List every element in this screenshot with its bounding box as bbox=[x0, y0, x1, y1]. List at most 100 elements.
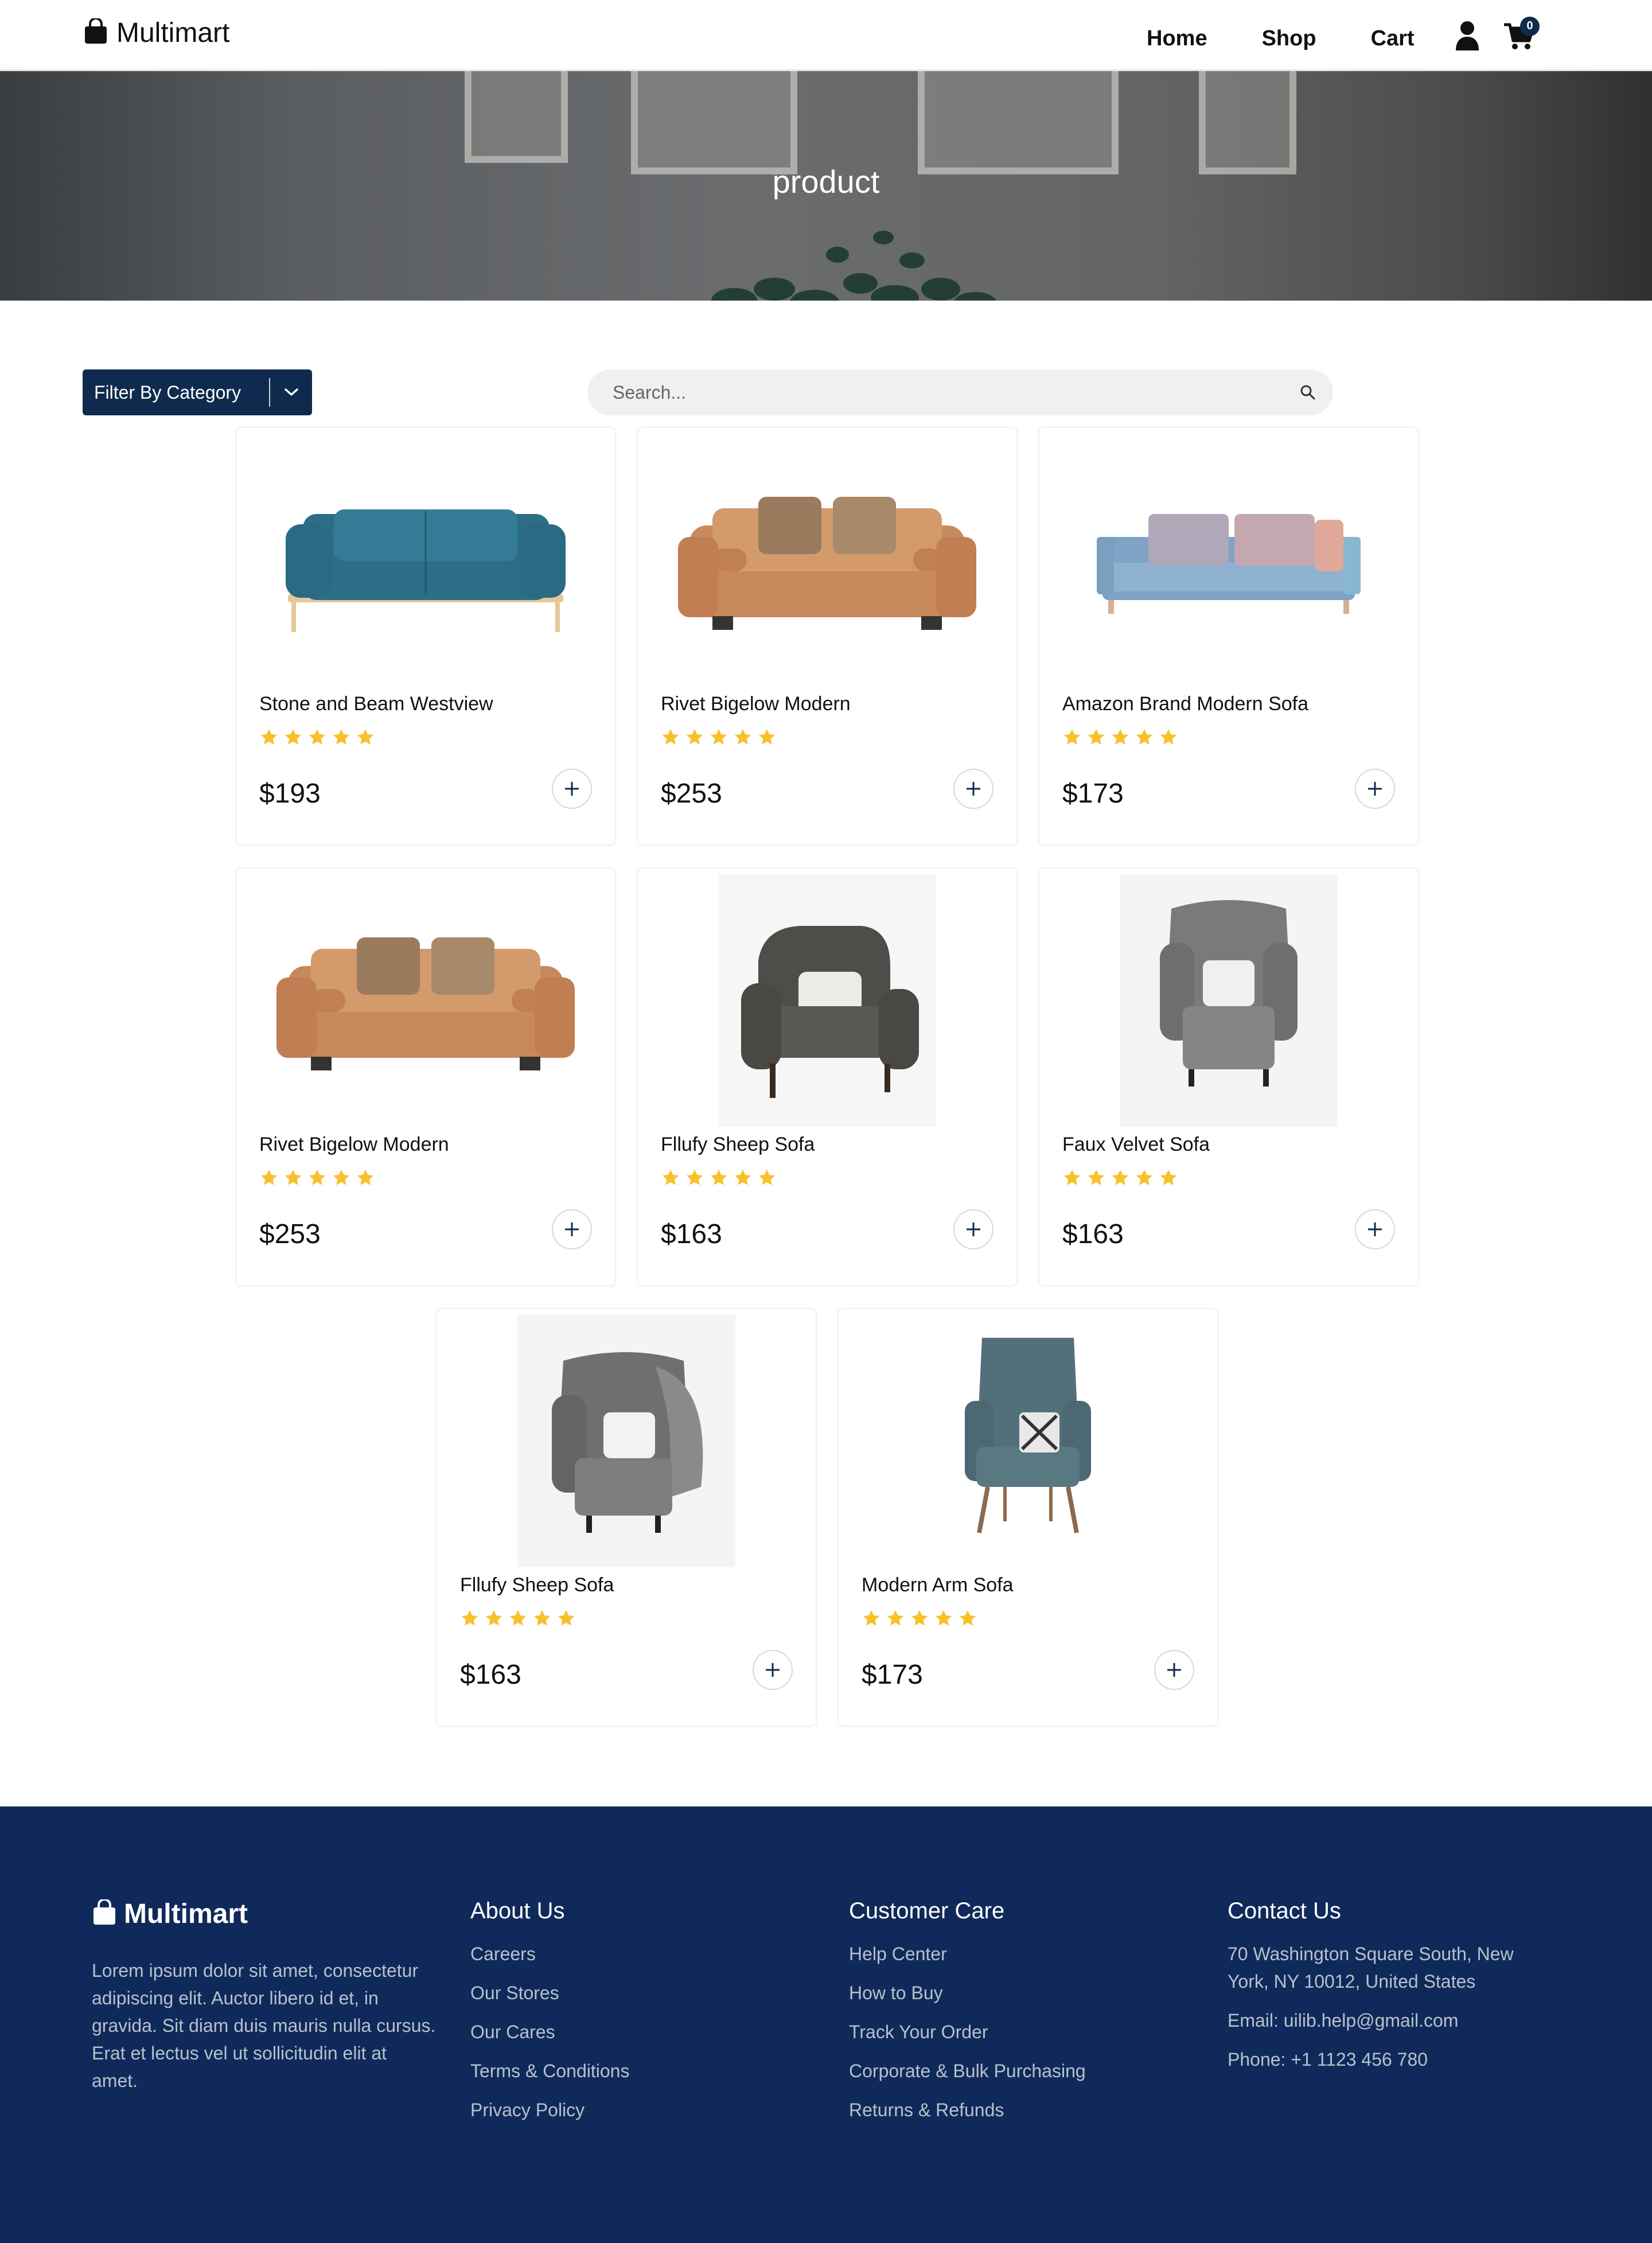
star-icon bbox=[1063, 729, 1081, 745]
star-icon bbox=[485, 1610, 502, 1626]
chevron-down-icon bbox=[270, 388, 312, 397]
star-icon bbox=[1088, 729, 1105, 745]
nav-home[interactable]: Home bbox=[1147, 26, 1207, 51]
product-name[interactable]: Fllufy Sheep Sofa bbox=[661, 1134, 815, 1156]
star-icon bbox=[309, 729, 326, 745]
cart-count-badge: 0 bbox=[1520, 16, 1540, 36]
product-rating bbox=[661, 1168, 777, 1187]
star-icon bbox=[509, 1610, 527, 1626]
star-icon bbox=[686, 1169, 703, 1185]
product-name[interactable]: Amazon Brand Modern Sofa bbox=[1062, 693, 1308, 715]
star-icon bbox=[1112, 1169, 1129, 1185]
star-icon bbox=[710, 729, 727, 745]
plus-icon bbox=[766, 1663, 780, 1677]
add-to-cart-button[interactable] bbox=[552, 1209, 592, 1249]
footer-link-how-to-buy[interactable]: How to Buy bbox=[849, 1979, 1086, 2007]
product-price: $163 bbox=[460, 1660, 521, 1690]
product-price: $173 bbox=[1062, 778, 1124, 809]
star-icon bbox=[285, 729, 302, 745]
product-image bbox=[236, 869, 615, 1132]
main-nav: Home Shop Cart bbox=[1147, 26, 1415, 51]
product-price: $193 bbox=[259, 778, 321, 809]
product-name[interactable]: Rivet Bigelow Modern bbox=[661, 693, 851, 715]
add-to-cart-button[interactable] bbox=[1355, 769, 1395, 809]
star-icon bbox=[260, 729, 278, 745]
footer-link-our-cares[interactable]: Our Cares bbox=[470, 2018, 629, 2046]
star-icon bbox=[333, 729, 350, 745]
product-name[interactable]: Rivet Bigelow Modern bbox=[259, 1134, 449, 1156]
footer-phone[interactable]: Phone: +1 1123 456 780 bbox=[1228, 2046, 1549, 2073]
product-name[interactable]: Faux Velvet Sofa bbox=[1062, 1134, 1210, 1156]
plus-icon bbox=[1167, 1663, 1181, 1677]
add-to-cart-button[interactable] bbox=[1355, 1209, 1395, 1249]
plus-icon bbox=[565, 1222, 579, 1236]
footer-link-returns[interactable]: Returns & Refunds bbox=[849, 2096, 1086, 2124]
product-name[interactable]: Modern Arm Sofa bbox=[862, 1574, 1014, 1596]
footer-contact-column: Contact Us 70 Washington Square South, N… bbox=[1228, 1898, 1549, 2085]
filter-by-category-select[interactable]: Filter By Category bbox=[83, 369, 312, 415]
hero-picture-frame bbox=[465, 71, 568, 163]
search-icon[interactable] bbox=[1300, 384, 1316, 403]
product-card[interactable]: Rivet Bigelow Modern $253 bbox=[235, 867, 616, 1286]
add-to-cart-button[interactable] bbox=[1154, 1650, 1194, 1690]
nav-shop[interactable]: Shop bbox=[1262, 26, 1316, 51]
footer-link-bulk-purchasing[interactable]: Corporate & Bulk Purchasing bbox=[849, 2057, 1086, 2085]
star-icon bbox=[285, 1169, 302, 1185]
product-rating bbox=[259, 727, 375, 747]
product-name[interactable]: Stone and Beam Westview bbox=[259, 693, 493, 715]
star-icon bbox=[1112, 729, 1129, 745]
star-icon bbox=[260, 1169, 278, 1185]
footer-care-title: Customer Care bbox=[849, 1898, 1005, 1923]
footer-link-terms[interactable]: Terms & Conditions bbox=[470, 2057, 629, 2085]
footer-contact-title: Contact Us bbox=[1228, 1898, 1341, 1923]
footer-care-column: Customer Care Help Center How to Buy Tra… bbox=[849, 1898, 1086, 2135]
product-name[interactable]: Fllufy Sheep Sofa bbox=[460, 1574, 614, 1596]
product-card[interactable]: Fllufy Sheep Sofa $163 bbox=[436, 1308, 817, 1727]
star-icon bbox=[1160, 729, 1177, 745]
product-rating bbox=[259, 1168, 375, 1187]
product-card[interactable]: Stone and Beam Westview $193 bbox=[235, 427, 616, 846]
cart-icon[interactable]: 0 bbox=[1503, 16, 1540, 53]
star-icon bbox=[357, 729, 374, 745]
hero-plant-image bbox=[711, 231, 996, 301]
product-image bbox=[839, 1309, 1217, 1573]
search-input[interactable] bbox=[613, 369, 1278, 415]
star-icon bbox=[1063, 1169, 1081, 1185]
product-card[interactable]: Amazon Brand Modern Sofa $173 bbox=[1038, 427, 1419, 846]
plus-icon bbox=[1368, 1222, 1382, 1236]
user-icon[interactable] bbox=[1455, 21, 1480, 53]
add-to-cart-button[interactable] bbox=[753, 1650, 793, 1690]
plus-icon bbox=[1368, 782, 1382, 796]
footer-link-privacy[interactable]: Privacy Policy bbox=[470, 2096, 629, 2124]
star-icon bbox=[1088, 1169, 1105, 1185]
product-card[interactable]: Rivet Bigelow Modern $253 bbox=[637, 427, 1018, 846]
product-card[interactable]: Modern Arm Sofa $173 bbox=[837, 1308, 1218, 1727]
product-card[interactable]: Fllufy Sheep Sofa $163 bbox=[637, 867, 1018, 1286]
footer-link-help-center[interactable]: Help Center bbox=[849, 1940, 1086, 1968]
product-price: $173 bbox=[862, 1660, 923, 1690]
navbar: Multimart Home Shop Cart 0 bbox=[0, 0, 1652, 71]
footer-link-track-order[interactable]: Track Your Order bbox=[849, 2018, 1086, 2046]
plus-icon bbox=[967, 782, 980, 796]
star-icon bbox=[710, 1169, 727, 1185]
product-rating bbox=[661, 727, 777, 747]
search-bar bbox=[587, 369, 1333, 415]
add-to-cart-button[interactable] bbox=[953, 769, 993, 809]
footer-brand[interactable]: Multimart bbox=[92, 1898, 248, 1930]
product-card[interactable]: Faux Velvet Sofa $163 bbox=[1038, 867, 1419, 1286]
star-icon bbox=[911, 1610, 928, 1626]
add-to-cart-button[interactable] bbox=[953, 1209, 993, 1249]
footer-email[interactable]: Email: uilib.help@gmail.com bbox=[1228, 2007, 1549, 2034]
footer-link-careers[interactable]: Careers bbox=[470, 1940, 629, 1968]
star-icon bbox=[734, 729, 751, 745]
star-icon bbox=[309, 1169, 326, 1185]
footer-address: 70 Washington Square South, New York, NY… bbox=[1228, 1944, 1514, 1992]
star-icon bbox=[357, 1169, 374, 1185]
nav-cart[interactable]: Cart bbox=[1371, 26, 1415, 51]
page-title: product bbox=[772, 163, 880, 200]
brand-logo[interactable]: Multimart bbox=[83, 17, 229, 49]
footer-link-our-stores[interactable]: Our Stores bbox=[470, 1979, 629, 2007]
star-icon bbox=[1160, 1169, 1177, 1185]
add-to-cart-button[interactable] bbox=[552, 769, 592, 809]
plus-icon bbox=[565, 782, 579, 796]
